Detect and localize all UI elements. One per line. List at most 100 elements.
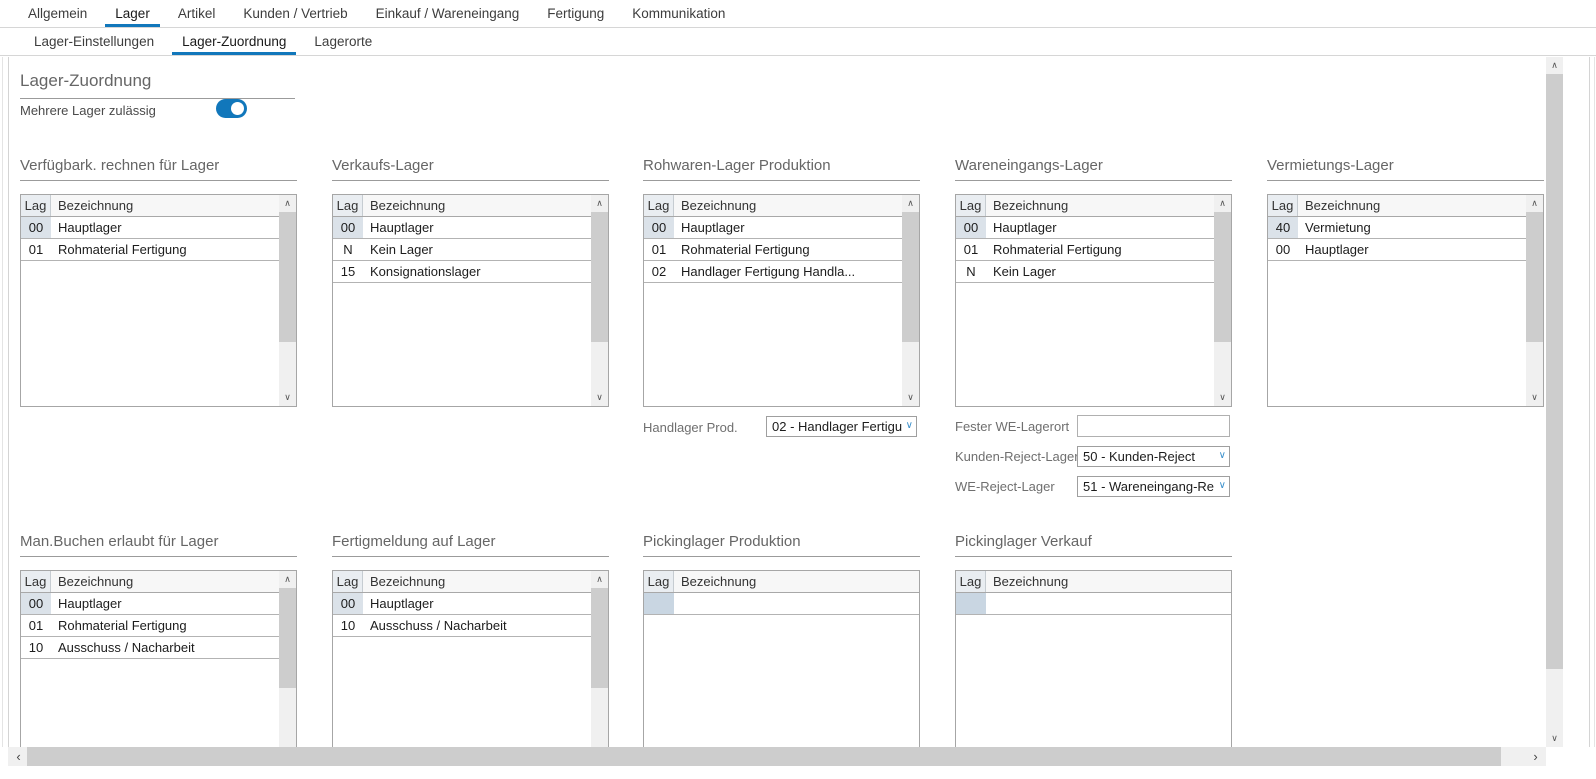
table-row[interactable]: 00Hauptlager bbox=[333, 217, 591, 239]
scroll-up-icon[interactable]: ∧ bbox=[1526, 195, 1543, 212]
tab-artikel[interactable]: Artikel bbox=[164, 0, 230, 27]
table-row[interactable]: 00Hauptlager bbox=[1268, 239, 1526, 261]
cell-lag: 01 bbox=[644, 239, 674, 260]
list-vertical-scrollbar[interactable]: ∧∨ bbox=[902, 195, 919, 406]
horizontal-scroll-thumb[interactable] bbox=[27, 747, 1501, 766]
column-header-bezeichnung: Bezeichnung bbox=[363, 195, 591, 216]
list-vertical-scrollbar[interactable]: ∧∨ bbox=[591, 195, 608, 406]
column-header-lag: Lag bbox=[956, 571, 986, 592]
lager-listbox: LagBezeichnung00Hauptlager10Ausschuss / … bbox=[332, 570, 609, 747]
multiple-lager-toggle[interactable] bbox=[216, 99, 247, 118]
vertical-scroll-thumb[interactable] bbox=[1546, 74, 1563, 669]
kunden-reject-lager-select[interactable]: 50 - Kunden-Reject ∨ bbox=[1077, 446, 1230, 467]
content-left-border bbox=[8, 57, 9, 747]
list-vertical-scrollbar[interactable]: ∧∨ bbox=[279, 195, 296, 406]
fester-we-lagerort-label: Fester WE-Lagerort bbox=[955, 419, 1069, 434]
list-scroll-thumb[interactable] bbox=[902, 212, 919, 342]
empty-table-row[interactable] bbox=[956, 593, 1231, 615]
cell-bezeichnung: Hauptlager bbox=[986, 217, 1214, 238]
main-tabbar: AllgemeinLagerArtikelKunden / VertriebEi… bbox=[0, 0, 1596, 28]
list-scroll-thumb[interactable] bbox=[279, 588, 296, 688]
scroll-down-icon[interactable]: ∨ bbox=[1546, 730, 1563, 747]
tab-lagerorte[interactable]: Lagerorte bbox=[300, 28, 386, 55]
table-row[interactable]: 01Rohmaterial Fertigung bbox=[956, 239, 1214, 261]
cell-bezeichnung: Rohmaterial Fertigung bbox=[674, 239, 902, 260]
column-header-lag: Lag bbox=[644, 571, 674, 592]
scroll-down-icon[interactable]: ∨ bbox=[1526, 389, 1543, 406]
column-header-bezeichnung: Bezeichnung bbox=[674, 195, 902, 216]
list-scroll-thumb[interactable] bbox=[591, 588, 608, 688]
cell-lag: 02 bbox=[644, 261, 674, 282]
table-row[interactable]: NKein Lager bbox=[333, 239, 591, 261]
scroll-right-icon[interactable]: › bbox=[1527, 747, 1544, 766]
scroll-left-icon[interactable]: ‹ bbox=[10, 747, 27, 766]
cell-lag: 01 bbox=[956, 239, 986, 260]
handlager-prod-select[interactable]: 02 - Handlager Fertigu ∨ bbox=[766, 416, 917, 437]
tab-fertigung[interactable]: Fertigung bbox=[533, 0, 618, 27]
table-row[interactable]: 00Hauptlager bbox=[333, 593, 591, 615]
column-header-lag: Lag bbox=[333, 195, 363, 216]
table-row[interactable]: 01Rohmaterial Fertigung bbox=[644, 239, 902, 261]
table-row[interactable]: 10Ausschuss / Nacharbeit bbox=[333, 615, 591, 637]
tab-einkauf-wareneingang[interactable]: Einkauf / Wareneingang bbox=[362, 0, 534, 27]
tab-lager[interactable]: Lager bbox=[101, 0, 164, 27]
fester-we-lagerort-input[interactable] bbox=[1077, 415, 1230, 437]
table-row[interactable]: 01Rohmaterial Fertigung bbox=[21, 615, 279, 637]
table-row[interactable]: 00Hauptlager bbox=[956, 217, 1214, 239]
scroll-up-icon[interactable]: ∧ bbox=[279, 571, 296, 588]
page-horizontal-scrollbar[interactable]: ‹ › bbox=[8, 747, 1546, 766]
cell-bezeichnung: Hauptlager bbox=[1298, 239, 1526, 260]
table-row[interactable]: 10Ausschuss / Nacharbeit bbox=[21, 637, 279, 659]
page-vertical-scrollbar[interactable]: ∧ ∨ bbox=[1546, 57, 1563, 747]
tab-kunden-vertrieb[interactable]: Kunden / Vertrieb bbox=[229, 0, 361, 27]
scroll-down-icon[interactable]: ∨ bbox=[902, 389, 919, 406]
scroll-up-icon[interactable]: ∧ bbox=[591, 195, 608, 212]
panel-pickinglager-produktion: Pickinglager ProduktionLagBezeichnung bbox=[643, 533, 920, 747]
table-row[interactable]: NKein Lager bbox=[956, 261, 1214, 283]
cell-bezeichnung: Ausschuss / Nacharbeit bbox=[363, 615, 591, 636]
chevron-down-icon: ∨ bbox=[1219, 480, 1226, 491]
list-scroll-thumb[interactable] bbox=[591, 212, 608, 342]
list-vertical-scrollbar[interactable]: ∧∨ bbox=[591, 571, 608, 747]
table-row[interactable]: 00Hauptlager bbox=[21, 217, 279, 239]
kunden-reject-lager-value: 50 - Kunden-Reject bbox=[1083, 449, 1195, 464]
scroll-down-icon[interactable]: ∨ bbox=[279, 389, 296, 406]
list-scroll-thumb[interactable] bbox=[1526, 212, 1543, 342]
list-vertical-scrollbar[interactable]: ∧∨ bbox=[279, 571, 296, 747]
cell-bezeichnung: Hauptlager bbox=[363, 593, 591, 614]
table-header: LagBezeichnung bbox=[21, 195, 279, 217]
cell-bezeichnung: Ausschuss / Nacharbeit bbox=[51, 637, 279, 658]
table-row[interactable]: 02Handlager Fertigung Handla... bbox=[644, 261, 902, 283]
panel-verkaufs-lager: Verkaufs-LagerLagBezeichnung00Hauptlager… bbox=[332, 157, 609, 407]
list-vertical-scrollbar[interactable]: ∧∨ bbox=[1526, 195, 1543, 406]
scroll-up-icon[interactable]: ∧ bbox=[1214, 195, 1231, 212]
table-row[interactable]: 01Rohmaterial Fertigung bbox=[21, 239, 279, 261]
table-row[interactable]: 00Hauptlager bbox=[644, 217, 902, 239]
column-header-lag: Lag bbox=[21, 571, 51, 592]
list-scroll-thumb[interactable] bbox=[1214, 212, 1231, 342]
we-reject-lager-select[interactable]: 51 - Wareneingang-Re ∨ bbox=[1077, 476, 1230, 497]
scroll-up-icon[interactable]: ∧ bbox=[1546, 57, 1563, 74]
table-row[interactable]: 00Hauptlager bbox=[21, 593, 279, 615]
scroll-down-icon[interactable]: ∨ bbox=[1214, 389, 1231, 406]
tab-lager-einstellungen[interactable]: Lager-Einstellungen bbox=[20, 28, 168, 55]
tab-allgemein[interactable]: Allgemein bbox=[14, 0, 101, 27]
empty-table-row[interactable] bbox=[644, 593, 919, 615]
column-header-bezeichnung: Bezeichnung bbox=[986, 571, 1231, 592]
cell-lag: 00 bbox=[333, 217, 363, 238]
cell-bezeichnung: Hauptlager bbox=[51, 217, 279, 238]
scroll-up-icon[interactable]: ∧ bbox=[279, 195, 296, 212]
scroll-up-icon[interactable]: ∧ bbox=[902, 195, 919, 212]
table-header: LagBezeichnung bbox=[1268, 195, 1526, 217]
panel-verfügbark-rechnen-für-lager: Verfügbark. rechnen für LagerLagBezeichn… bbox=[20, 157, 297, 407]
list-scroll-thumb[interactable] bbox=[279, 212, 296, 342]
table-row[interactable]: 15Konsignationslager bbox=[333, 261, 591, 283]
scroll-down-icon[interactable]: ∨ bbox=[591, 389, 608, 406]
table-row[interactable]: 40Vermietung bbox=[1268, 217, 1526, 239]
tab-lager-zuordnung[interactable]: Lager-Zuordnung bbox=[168, 28, 300, 55]
column-header-bezeichnung: Bezeichnung bbox=[674, 571, 919, 592]
sub-tabbar: Lager-EinstellungenLager-ZuordnungLagero… bbox=[0, 28, 1596, 56]
tab-kommunikation[interactable]: Kommunikation bbox=[618, 0, 739, 27]
scroll-up-icon[interactable]: ∧ bbox=[591, 571, 608, 588]
list-vertical-scrollbar[interactable]: ∧∨ bbox=[1214, 195, 1231, 406]
